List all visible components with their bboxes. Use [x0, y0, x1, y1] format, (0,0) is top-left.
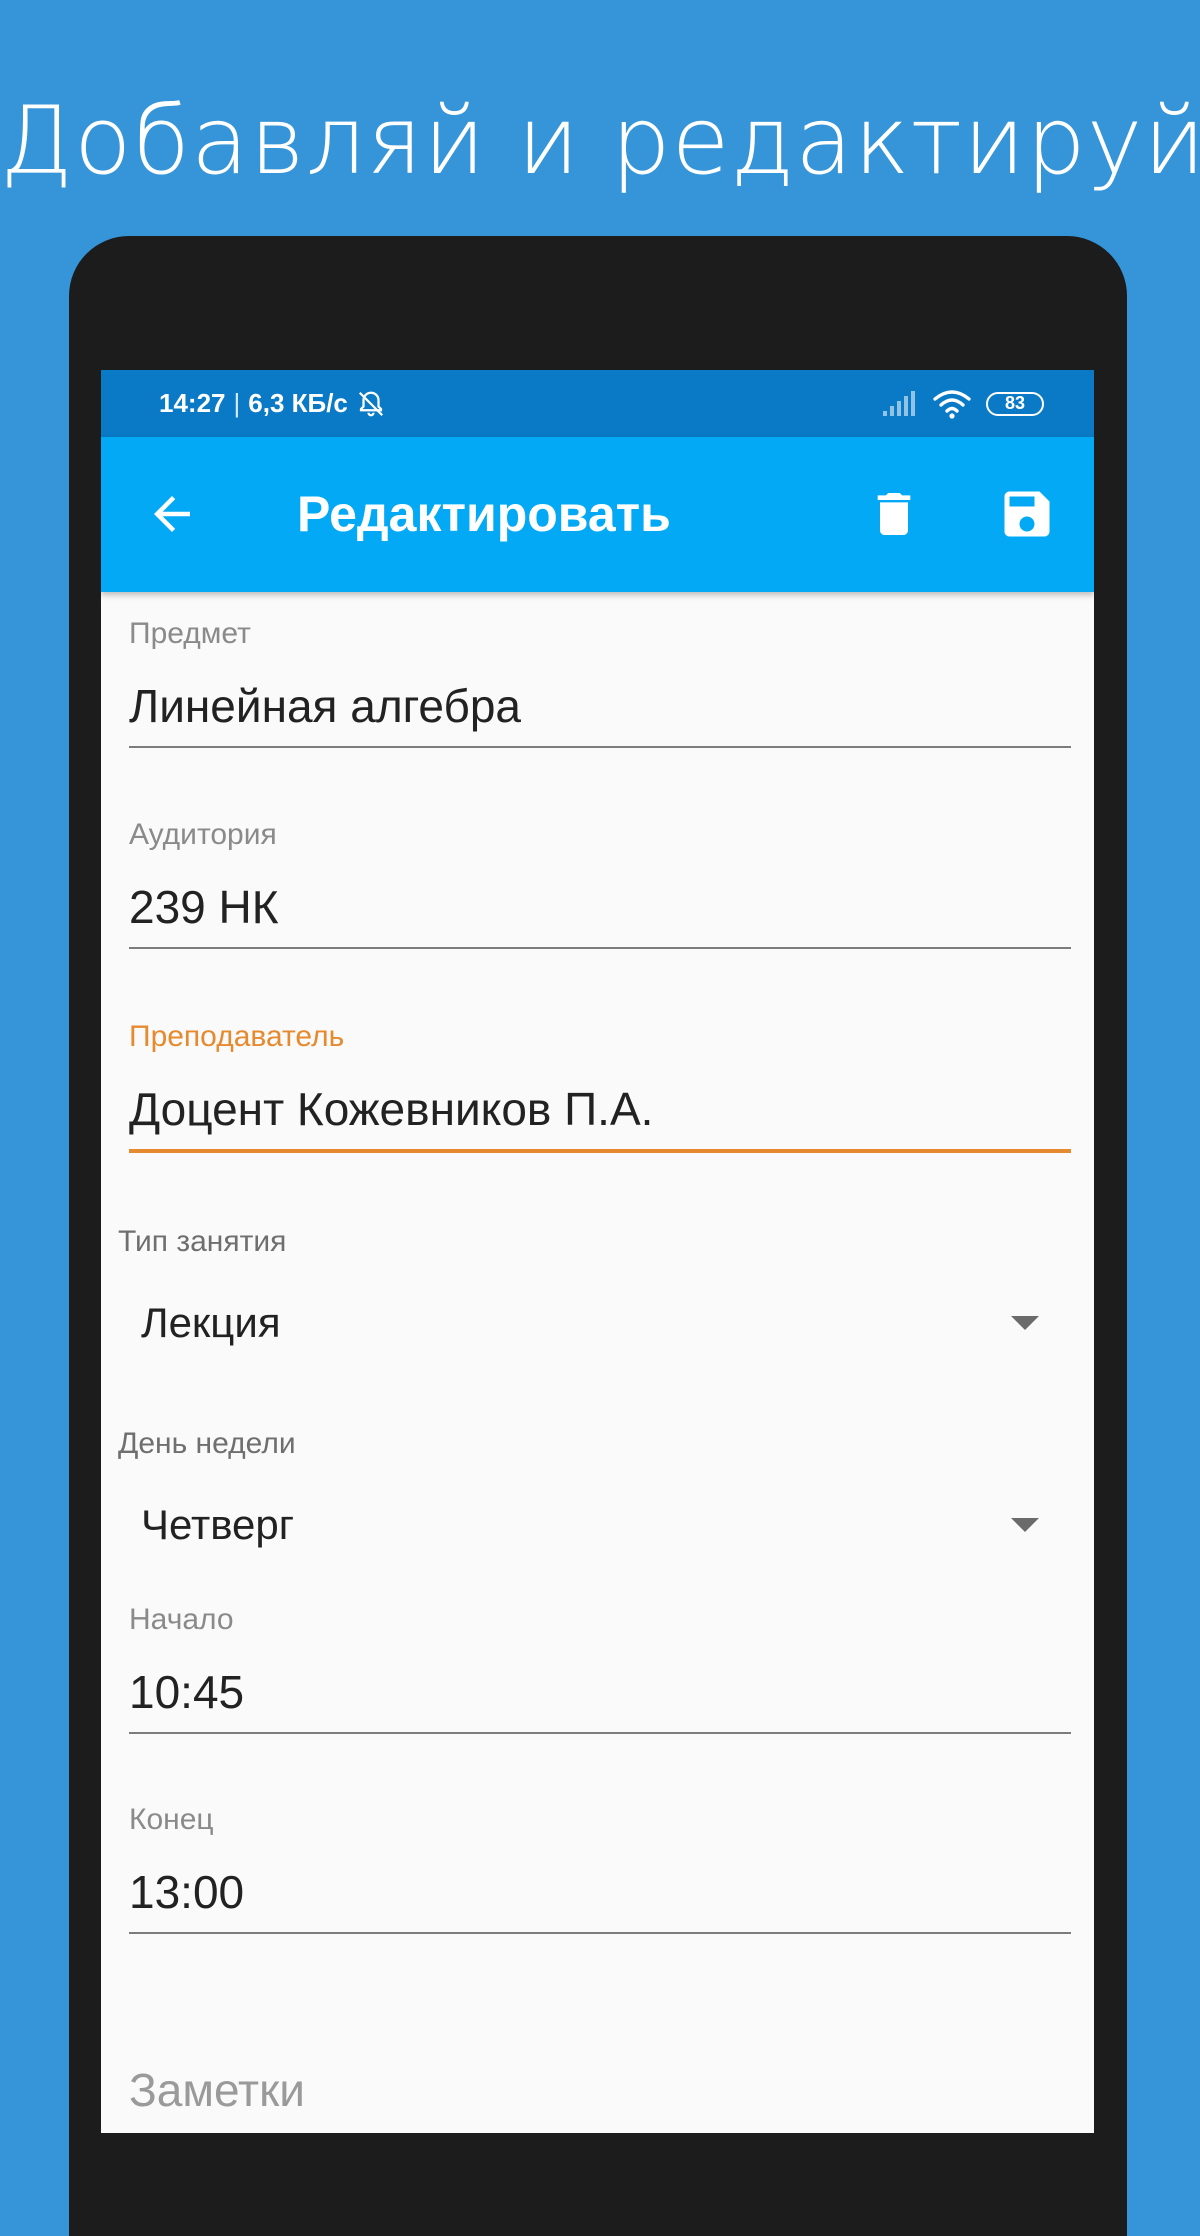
save-icon [1004, 491, 1050, 537]
delete-button[interactable] [861, 481, 927, 547]
start-time-underline [129, 1732, 1071, 1734]
subject-label: Предмет [129, 617, 251, 650]
room-field: Аудитория [129, 815, 1071, 949]
dropdown-arrow-icon [1011, 1316, 1039, 1330]
battery-icon: 83 [986, 391, 1044, 416]
status-right: 83 [882, 370, 1044, 437]
weekday-dropdown[interactable]: Четверг [129, 1485, 1071, 1565]
teacher-field: Преподаватель [129, 1017, 1071, 1153]
arrow-back-icon [154, 496, 190, 532]
wifi-icon [933, 389, 971, 419]
weekday-value: Четверг [141, 1501, 295, 1548]
subject-underline [129, 746, 1071, 748]
promo-title: Добавляй и редактируй [0, 87, 1200, 196]
alarm-off-icon [358, 391, 383, 416]
dropdown-arrow-icon [1011, 1518, 1039, 1532]
signal-icon [883, 390, 915, 416]
end-time-field: Конец [129, 1800, 1071, 1934]
end-time-label: Конец [129, 1803, 214, 1836]
app-bar: Редактировать [101, 437, 1094, 592]
delete-icon [877, 493, 911, 535]
app-bar-title: Редактировать [297, 486, 671, 542]
status-time: 14:27 [159, 388, 226, 418]
notes-input[interactable] [129, 2060, 1071, 2120]
teacher-label: Преподаватель [129, 1020, 345, 1053]
room-label: Аудитория [129, 818, 277, 851]
teacher-underline [129, 1149, 1071, 1153]
lesson-type-label: Тип занятия [118, 1225, 287, 1258]
subject-field: Предмет [129, 614, 1071, 748]
lesson-type-dropdown[interactable]: Лекция [129, 1283, 1071, 1363]
phone-screen: 14:27 | 6,3 КБ/с 83 Редактировать Предме… [101, 370, 1094, 2133]
back-button[interactable] [139, 481, 205, 547]
status-bar: 14:27 | 6,3 КБ/с 83 [101, 370, 1094, 437]
start-time-label: Начало [129, 1603, 234, 1636]
subject-input[interactable] [129, 676, 1071, 736]
save-button[interactable] [994, 481, 1060, 547]
status-left: 14:27 | 6,3 КБ/с [159, 370, 386, 437]
weekday-label: День недели [118, 1427, 296, 1460]
status-network-speed: 6,3 КБ/с [248, 388, 348, 418]
end-time-input[interactable] [129, 1862, 1071, 1922]
start-time-input[interactable] [129, 1662, 1071, 1722]
lesson-type-value: Лекция [141, 1299, 281, 1346]
teacher-input[interactable] [129, 1079, 1071, 1139]
start-time-field: Начало [129, 1600, 1071, 1734]
room-input[interactable] [129, 877, 1071, 937]
status-separator: | [233, 388, 241, 418]
end-time-underline [129, 1932, 1071, 1934]
room-underline [129, 947, 1071, 949]
